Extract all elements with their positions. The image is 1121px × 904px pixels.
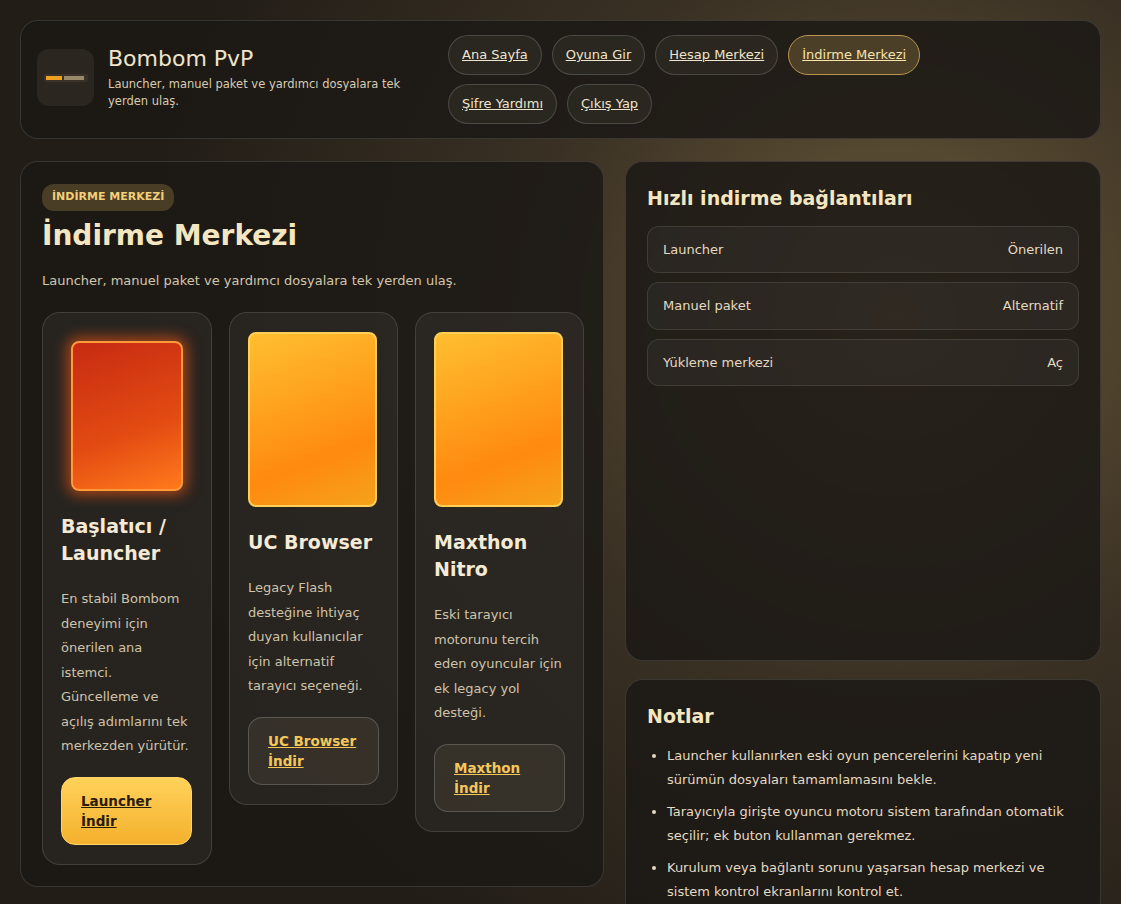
download-description: En stabil Bombom deneyimi için önerilen … bbox=[61, 587, 193, 759]
quick-link-tag: Aç bbox=[1047, 353, 1063, 373]
quick-link-row[interactable]: Yükleme merkezi Aç bbox=[647, 339, 1079, 387]
quick-link-row[interactable]: Launcher Önerilen bbox=[647, 226, 1079, 274]
download-description: Legacy Flash desteğine ihtiyaç duyan kul… bbox=[248, 576, 379, 699]
note-item: Tarayıcıyla girişte oyuncu motoru sistem… bbox=[667, 800, 1079, 848]
notes-panel: Notlar Launcher kullanırken eski oyun pen… bbox=[625, 679, 1101, 904]
nav-item[interactable]: İndirme Merkezi bbox=[788, 35, 920, 75]
nav-item[interactable]: Hesap Merkezi bbox=[655, 35, 778, 75]
quick-links-panel: Hızlı indirme bağlantıları Launcher Öneril… bbox=[625, 161, 1101, 661]
top-header: Bombom PvPLauncher, manuel paket ve yard… bbox=[20, 20, 1101, 139]
download-card: UC Browser Legacy Flash desteğine ihtiyaç… bbox=[229, 312, 398, 805]
quick-link-tag: Alternatif bbox=[1003, 296, 1063, 316]
download-title: Maxthon Nitro bbox=[434, 529, 565, 583]
download-button[interactable]: UC Browser İndir bbox=[248, 717, 379, 785]
nav-item[interactable]: Ana Sayfa bbox=[448, 35, 542, 75]
download-button[interactable]: Launcher İndir bbox=[61, 777, 192, 845]
note-item: Kurulum veya bağlantı sorunu yaşarsan he… bbox=[667, 856, 1079, 904]
notes-list: Launcher kullanırken eski oyun pencerele… bbox=[647, 744, 1079, 904]
quick-link-label: Launcher bbox=[663, 240, 723, 260]
download-panel: İNDİRME MERKEZİ İndirme Merkezi Launcher, … bbox=[20, 161, 604, 887]
download-cards: Başlatıcı / Launcher En stabil Bombom den… bbox=[42, 312, 582, 865]
download-art bbox=[434, 332, 563, 507]
quick-link-row[interactable]: Manuel paket Alternatif bbox=[647, 282, 1079, 330]
download-description: Eski tarayıcı motorunu tercih eden oyunc… bbox=[434, 603, 565, 726]
nav-item[interactable]: Şifre Yardımı bbox=[448, 84, 557, 124]
download-art bbox=[71, 341, 183, 491]
main-nav: Ana SayfaOyuna GirHesap Merkeziİndirme M… bbox=[448, 35, 1084, 124]
download-card: Maxthon Nitro Eski tarayıcı motorunu terc… bbox=[415, 312, 584, 832]
site-title[interactable]: Bombom PvP bbox=[108, 45, 434, 74]
main-grid: İNDİRME MERKEZİ İndirme Merkezi Launcher, … bbox=[20, 161, 1101, 904]
left-column: İNDİRME MERKEZİ İndirme Merkezi Launcher, … bbox=[20, 161, 604, 904]
right-column: Hızlı indirme bağlantıları Launcher Öneril… bbox=[625, 161, 1101, 904]
quick-link-tag: Önerilen bbox=[1008, 240, 1063, 260]
download-title: Başlatıcı / Launcher bbox=[61, 513, 193, 567]
section-kicker: İNDİRME MERKEZİ bbox=[42, 184, 174, 211]
nav-item[interactable]: Çıkış Yap bbox=[567, 84, 652, 124]
download-card: Başlatıcı / Launcher En stabil Bombom den… bbox=[42, 312, 212, 865]
download-button[interactable]: Maxthon İndir bbox=[434, 744, 565, 812]
section-title: İndirme Merkezi bbox=[42, 215, 582, 257]
brand: Bombom PvPLauncher, manuel paket ve yard… bbox=[108, 35, 434, 110]
notes-title: Notlar bbox=[647, 702, 1079, 731]
quick-links-title: Hızlı indirme bağlantıları bbox=[647, 184, 1079, 213]
download-title: UC Browser bbox=[248, 529, 379, 556]
nav-item[interactable]: Oyuna Gir bbox=[552, 35, 646, 75]
section-description: Launcher, manuel paket ve yardımcı dosya… bbox=[42, 271, 582, 291]
note-item: Launcher kullanırken eski oyun pencerele… bbox=[667, 744, 1079, 792]
logo[interactable] bbox=[37, 49, 94, 106]
quick-link-label: Manuel paket bbox=[663, 296, 751, 316]
site-subtitle: Launcher, manuel paket ve yardımcı dosya… bbox=[108, 76, 434, 110]
logo-icon bbox=[44, 71, 88, 85]
download-art bbox=[248, 332, 377, 507]
quick-link-label: Yükleme merkezi bbox=[663, 353, 773, 373]
